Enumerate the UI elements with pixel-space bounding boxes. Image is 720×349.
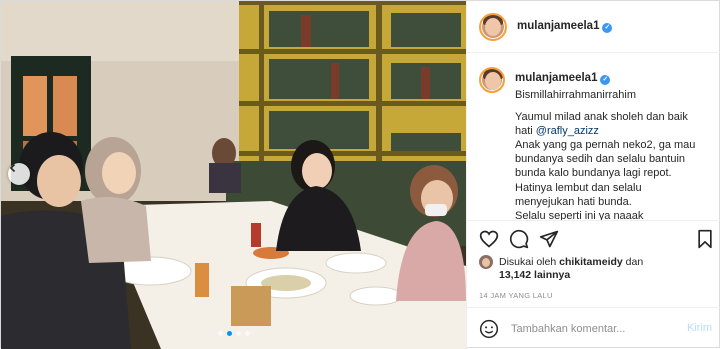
author-avatar[interactable] [479, 13, 507, 41]
carousel-dot-active [226, 331, 232, 336]
caption-line: Bismillahirrahmanirrahim [515, 89, 637, 101]
verified-badge-icon: ✓ [600, 75, 611, 85]
comment-input[interactable] [511, 320, 671, 338]
caption-author-avatar[interactable] [479, 67, 505, 93]
comments-section: mulanjameela1 ✓ Bismillahirrahmanirrahim … [467, 54, 720, 221]
carousel-dot [244, 331, 250, 336]
caption-line: menyejukan hati bunda. [515, 195, 632, 208]
smiley-icon[interactable] [479, 319, 499, 339]
carousel-prev-button[interactable] [8, 163, 30, 185]
comment-bubble-icon[interactable] [509, 229, 529, 249]
liker-username[interactable]: chikitameidy [559, 256, 623, 268]
caption-line: Yaumul milad anak sholeh dan baik [515, 111, 688, 124]
likes-summary: Disukai oleh chikitameidy dan 13,142 lai… [479, 253, 719, 287]
chevron-left-icon [9, 163, 16, 173]
post-comment-button[interactable]: Kirim [687, 322, 712, 334]
post-caption: Bismillahirrahmanirrahim Yaumul milad an… [515, 88, 715, 221]
author-username[interactable]: mulanjameela1 ✓ [517, 20, 613, 33]
caption-line: Anak yang ga pernah neko2, ga mau [515, 139, 696, 152]
post-actions [467, 223, 720, 253]
verified-badge-icon: ✓ [602, 23, 613, 33]
add-comment-bar: Kirim [467, 307, 720, 349]
mention-link[interactable]: @rafly_azizz [536, 125, 599, 137]
instagram-post: mulanjameela1 ✓ mulanjameela1 ✓ Bismillahi… [0, 0, 720, 349]
caption-line: bundanya sedih dan selalu bantuin [515, 153, 686, 166]
bookmark-icon[interactable] [695, 229, 715, 249]
post-photo[interactable] [1, 1, 466, 349]
liker-avatar[interactable] [479, 255, 493, 269]
caption-line: Hatinya lembut dan selalu [515, 181, 642, 194]
post-header: mulanjameela1 ✓ [467, 1, 720, 53]
post-side-panel: mulanjameela1 ✓ mulanjameela1 ✓ Bismillahi… [466, 1, 720, 349]
likes-count[interactable]: 13,142 lainnya [499, 269, 570, 281]
carousel-dot [235, 331, 241, 336]
caption-author-username[interactable]: mulanjameela1 ✓ [515, 72, 611, 85]
caption-line: hati @rafly_azizz [515, 125, 599, 138]
caption-line: bunda kalo bundanya lagi repot. [515, 167, 672, 180]
restaurant-birthday-photo [1, 1, 466, 349]
carousel-indicator [1, 331, 466, 336]
post-timestamp[interactable]: 14 JAM YANG LALU [479, 291, 553, 300]
paper-plane-icon[interactable] [539, 229, 559, 249]
caption-line: Selalu seperti ini ya naaak [515, 209, 644, 221]
heart-icon[interactable] [479, 229, 499, 249]
likes-text: Disukai oleh chikitameidy dan 13,142 lai… [499, 256, 644, 281]
carousel-dot [217, 331, 223, 336]
